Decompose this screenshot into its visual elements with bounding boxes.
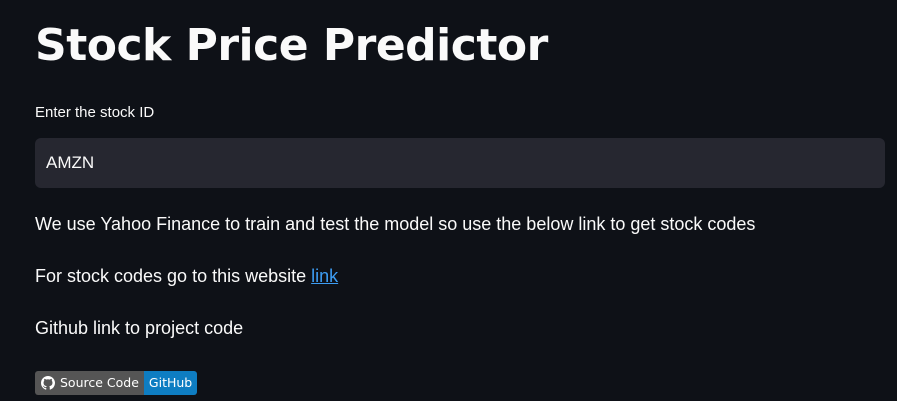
- source-code-badge[interactable]: Source Code GitHub: [35, 371, 198, 395]
- badge-left-label: Source Code: [60, 375, 139, 390]
- badge-left: Source Code: [35, 371, 144, 395]
- stock-codes-text: For stock codes go to this website link: [35, 263, 338, 289]
- stock-id-input[interactable]: [35, 138, 885, 188]
- yahoo-finance-text: We use Yahoo Finance to train and test t…: [35, 214, 756, 234]
- stock-codes-prefix: For stock codes go to this website: [35, 266, 312, 286]
- page-title: Stock Price Predictor: [35, 20, 548, 71]
- github-text: Github link to project code: [35, 318, 244, 338]
- stock-id-label: Enter the stock ID: [35, 104, 155, 121]
- github-icon: [41, 376, 55, 390]
- badge-right-label: GitHub: [143, 371, 198, 395]
- stock-codes-link[interactable]: link: [311, 266, 338, 286]
